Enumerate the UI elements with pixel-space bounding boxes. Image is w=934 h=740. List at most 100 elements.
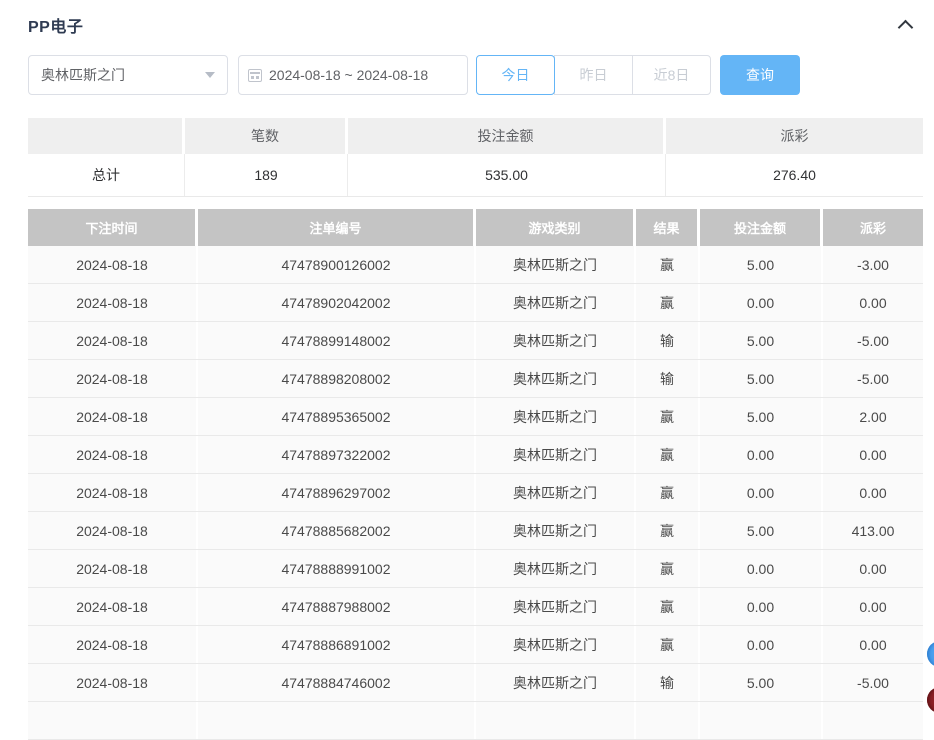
cell-empty [198,702,476,739]
cell-bet-time: 2024-08-18 [28,474,198,511]
cell-bet-amount: 0.00 [700,436,823,473]
header-game-category: 游戏类别 [476,209,636,246]
cell-game-category: 奥林匹斯之门 [476,664,636,701]
bet-table-body: 2024-08-1847478900126002奥林匹斯之门赢5.00-3.00… [28,246,923,740]
cell-bet-time: 2024-08-18 [28,436,198,473]
cell-result: 赢 [636,436,700,473]
cell-bet-time: 2024-08-18 [28,284,198,321]
calendar-icon [248,69,262,82]
date-range-value: 2024-08-18 ~ 2024-08-18 [269,67,428,83]
cell-bet-time: 2024-08-18 [28,550,198,587]
cell-bet-amount: 5.00 [700,246,823,283]
cell-game-category: 奥林匹斯之门 [476,246,636,283]
cell-payout: 0.00 [823,626,923,663]
cell-game-category: 奥林匹斯之门 [476,322,636,359]
cell-empty [476,702,636,739]
cell-game-category: 奥林匹斯之门 [476,474,636,511]
cell-payout: -5.00 [823,322,923,359]
summary-header-row: 笔数 投注金额 派彩 [28,118,923,154]
cell-bet-amount: 0.00 [700,626,823,663]
cell-bet-amount: 5.00 [700,360,823,397]
cell-result: 赢 [636,398,700,435]
cell-payout: -3.00 [823,246,923,283]
cell-result: 输 [636,360,700,397]
cell-result: 输 [636,322,700,359]
page-title: PP电子 [28,13,83,37]
cell-payout: -5.00 [823,360,923,397]
query-button[interactable]: 查询 [720,55,800,95]
summary-header-payout: 派彩 [666,118,923,154]
chevron-down-icon [205,72,215,78]
cell-game-category: 奥林匹斯之门 [476,588,636,625]
filter-bar: 奥林匹斯之门 2024-08-18 ~ 2024-08-18 今日 昨日 近8日… [28,55,923,95]
table-row: 2024-08-1847478885682002奥林匹斯之门赢5.00413.0… [28,512,923,550]
cell-game-category: 奥林匹斯之门 [476,550,636,587]
cell-bet-amount: 0.00 [700,550,823,587]
summary-total-label: 总计 [28,154,185,196]
cell-result: 赢 [636,588,700,625]
cell-bet-time: 2024-08-18 [28,398,198,435]
cell-game-category: 奥林匹斯之门 [476,626,636,663]
cell-game-category: 奥林匹斯之门 [476,360,636,397]
cell-empty [636,702,700,739]
collapse-button[interactable] [895,14,917,36]
cell-bet-number: 47478887988002 [198,588,476,625]
table-row: 2024-08-1847478898208002奥林匹斯之门输5.00-5.00 [28,360,923,398]
cell-empty [823,702,923,739]
cell-bet-time: 2024-08-18 [28,664,198,701]
cell-bet-number: 47478888991002 [198,550,476,587]
table-row: 2024-08-1847478896297002奥林匹斯之门赢0.000.00 [28,474,923,512]
game-select-value: 奥林匹斯之门 [41,65,205,85]
cell-result: 赢 [636,512,700,549]
chevron-up-icon [898,20,914,36]
summary-table: 笔数 投注金额 派彩 总计 189 535.00 276.40 [28,118,923,197]
cell-payout: 0.00 [823,550,923,587]
cell-payout: 413.00 [823,512,923,549]
header-bet-amount: 投注金额 [700,209,823,246]
yesterday-button[interactable]: 昨日 [554,55,633,95]
cell-bet-number: 47478898208002 [198,360,476,397]
cell-payout: 0.00 [823,436,923,473]
cell-bet-amount: 5.00 [700,398,823,435]
cell-result: 赢 [636,474,700,511]
cell-game-category: 奥林匹斯之门 [476,512,636,549]
cell-payout: 0.00 [823,588,923,625]
cell-bet-amount: 5.00 [700,322,823,359]
summary-header-empty [28,118,185,154]
today-button[interactable]: 今日 [476,55,555,95]
cell-bet-time: 2024-08-18 [28,588,198,625]
table-row: 2024-08-1847478900126002奥林匹斯之门赢5.00-3.00 [28,246,923,284]
summary-header-count: 笔数 [185,118,348,154]
table-row: 2024-08-1847478886891002奥林匹斯之门赢0.000.00 [28,626,923,664]
summary-total-row: 总计 189 535.00 276.40 [28,154,923,197]
game-select[interactable]: 奥林匹斯之门 [28,55,228,95]
cell-empty [700,702,823,739]
cell-bet-time: 2024-08-18 [28,626,198,663]
quick-range-group: 今日 昨日 近8日 [476,55,711,95]
cell-bet-number: 47478900126002 [198,246,476,283]
cell-result: 输 [636,664,700,701]
cell-bet-number: 47478886891002 [198,626,476,663]
header-result: 结果 [636,209,700,246]
date-range-input[interactable]: 2024-08-18 ~ 2024-08-18 [238,55,468,95]
table-row-partial [28,702,923,740]
cell-bet-time: 2024-08-18 [28,512,198,549]
cell-bet-time: 2024-08-18 [28,246,198,283]
last-8-days-button[interactable]: 近8日 [632,55,711,95]
cell-bet-number: 47478897322002 [198,436,476,473]
table-row: 2024-08-1847478884746002奥林匹斯之门输5.00-5.00 [28,664,923,702]
bet-table-header: 下注时间 注单编号 游戏类别 结果 投注金额 派彩 [28,209,923,246]
cell-empty [28,702,198,739]
cell-bet-amount: 0.00 [700,588,823,625]
header-bet-number: 注单编号 [198,209,476,246]
header-bet-time: 下注时间 [28,209,198,246]
table-row: 2024-08-1847478895365002奥林匹斯之门赢5.002.00 [28,398,923,436]
header-payout: 派彩 [823,209,923,246]
table-row: 2024-08-1847478888991002奥林匹斯之门赢0.000.00 [28,550,923,588]
cell-bet-number: 47478899148002 [198,322,476,359]
cell-bet-amount: 0.00 [700,284,823,321]
cell-bet-amount: 5.00 [700,512,823,549]
cell-result: 赢 [636,626,700,663]
cell-game-category: 奥林匹斯之门 [476,436,636,473]
pp-panel: PP电子 奥林匹斯之门 2024-08-18 ~ 2024-08-18 今日 昨… [0,0,934,740]
